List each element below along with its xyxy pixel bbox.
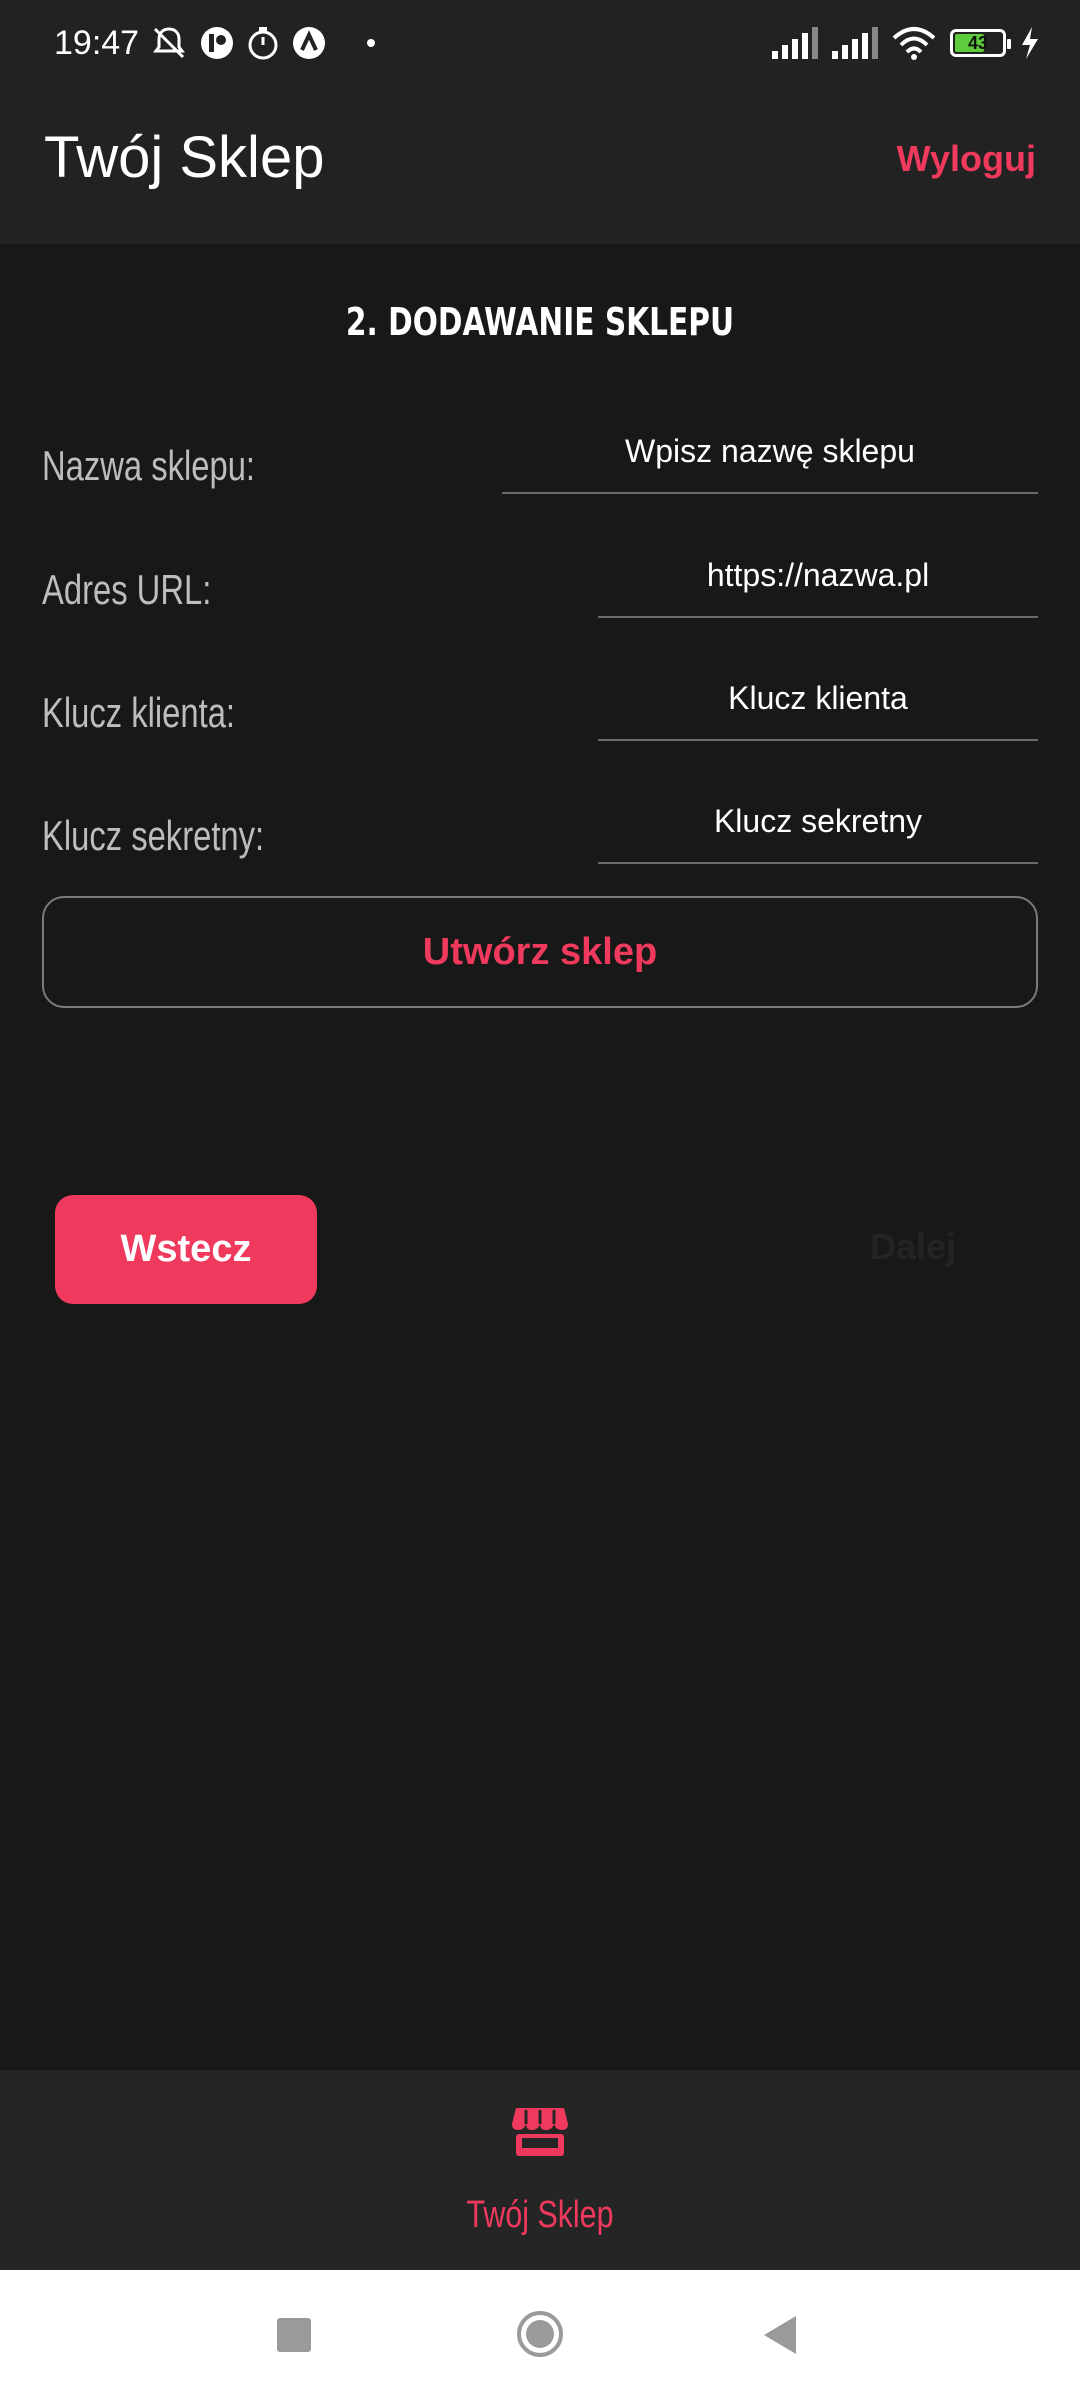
- store-icon: [512, 2108, 568, 2156]
- battery-level: 43: [967, 32, 989, 53]
- bottom-nav: Twój Sklep: [0, 2070, 1080, 2270]
- shop-name-row: Nazwa sklepu:: [0, 400, 1080, 520]
- signal-icon: [832, 27, 878, 59]
- page-heading: 2. DODAWANIE SKLEPU: [345, 300, 735, 344]
- secret-key-row: Klucz sekretny:: [0, 770, 1080, 890]
- nav-app-icon: [293, 27, 326, 59]
- status-bar: 19:47 43: [0, 0, 1080, 86]
- client-key-field: [598, 657, 1038, 741]
- next-button[interactable]: Dalej: [870, 1226, 956, 1268]
- recents-icon[interactable]: [277, 2318, 311, 2352]
- secret-key-field: [598, 780, 1038, 864]
- client-key-input[interactable]: [598, 678, 1038, 718]
- home-icon[interactable]: [516, 2310, 564, 2358]
- create-shop-button[interactable]: Utwórz sklep: [42, 896, 1038, 1008]
- status-time: 19:47: [54, 23, 140, 62]
- url-field: [598, 534, 1038, 618]
- nav-item-shop[interactable]: Twój Sklep: [0, 2104, 1080, 2237]
- charging-icon: [1022, 27, 1038, 59]
- client-key-label: Klucz klienta:: [42, 689, 236, 736]
- url-input[interactable]: [598, 555, 1038, 595]
- app-bar: Twój Sklep Wyloguj: [0, 86, 1080, 244]
- app-title: Twój Sklep: [44, 125, 325, 190]
- app-icon: [201, 27, 234, 59]
- secret-key-input[interactable]: [598, 801, 1038, 841]
- url-row: Adres URL:: [0, 524, 1080, 644]
- client-key-row: Klucz klienta:: [0, 647, 1080, 767]
- timer-icon: [248, 27, 278, 60]
- shop-name-label: Nazwa sklepu:: [42, 442, 256, 489]
- nav-label-shop: Twój Sklep: [466, 2194, 614, 2236]
- wifi-icon: [892, 27, 936, 60]
- shop-name-field: [502, 410, 1038, 494]
- system-nav-bar: [0, 2270, 1080, 2400]
- logout-button[interactable]: Wyloguj: [897, 138, 1036, 180]
- status-icons-right: 43: [772, 26, 1040, 60]
- url-label: Adres URL:: [42, 566, 212, 613]
- secret-key-label: Klucz sekretny:: [42, 812, 265, 859]
- dot-icon: [367, 39, 376, 47]
- battery-icon: 43: [950, 29, 1011, 57]
- mute-icon: [153, 27, 186, 59]
- status-icons-left: [149, 23, 376, 63]
- signal-icon: [772, 27, 818, 59]
- back-button[interactable]: Wstecz: [55, 1195, 317, 1304]
- shop-name-input[interactable]: [502, 431, 1038, 471]
- back-nav-icon[interactable]: [762, 2314, 798, 2356]
